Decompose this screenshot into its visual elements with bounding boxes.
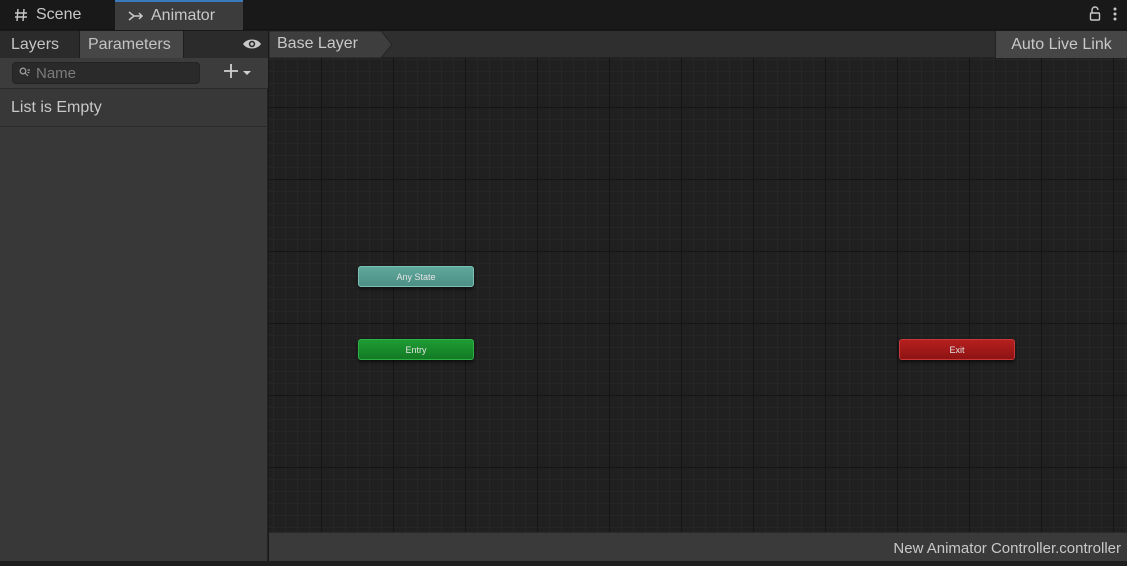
lock-icon[interactable]: [1089, 6, 1101, 27]
auto-live-link-button[interactable]: Auto Live Link: [995, 31, 1127, 58]
any-state-node[interactable]: Any State: [358, 266, 474, 287]
bottom-edge: [0, 561, 1127, 566]
tab-parameters[interactable]: Parameters: [79, 31, 184, 58]
tab-scene[interactable]: Scene: [0, 0, 115, 30]
search-icon: [19, 64, 31, 82]
search-input[interactable]: [36, 64, 196, 82]
tab-animator-label: Animator: [151, 7, 216, 24]
parameters-panel: Layers Parameters List is Empty: [0, 31, 268, 566]
empty-list-message: List is Empty: [0, 89, 268, 127]
exit-node[interactable]: Exit: [899, 339, 1015, 360]
tab-parameters-label: Parameters: [88, 35, 171, 53]
tab-layers[interactable]: Layers: [3, 31, 77, 58]
window-tab-strip: Scene Animator: [0, 0, 1127, 30]
hash-icon: [12, 6, 30, 24]
chevron-down-icon: [242, 64, 252, 82]
more-options-icon[interactable]: [1113, 7, 1117, 26]
left-panel-tabs: Layers Parameters: [0, 31, 268, 58]
controller-file-name: New Animator Controller.controller: [893, 540, 1121, 557]
breadcrumb[interactable]: Base Layer: [269, 31, 393, 58]
entry-node[interactable]: Entry: [358, 339, 474, 360]
eye-icon[interactable]: [242, 36, 262, 52]
animator-graph-canvas[interactable]: Any State Entry Exit: [269, 58, 1127, 532]
animator-icon: [127, 7, 145, 25]
tab-scene-label: Scene: [36, 6, 82, 23]
breadcrumb-base-layer: Base Layer: [277, 35, 358, 52]
tab-layers-label: Layers: [11, 35, 60, 53]
graph-toolbar: Base Layer Auto Live Link: [269, 31, 1127, 58]
tab-animator[interactable]: Animator: [115, 0, 243, 30]
status-bar: New Animator Controller.controller: [269, 532, 1127, 561]
search-row: [0, 58, 268, 89]
add-parameter-button[interactable]: [222, 62, 262, 84]
plus-icon: [222, 62, 240, 85]
search-box[interactable]: [12, 62, 200, 84]
